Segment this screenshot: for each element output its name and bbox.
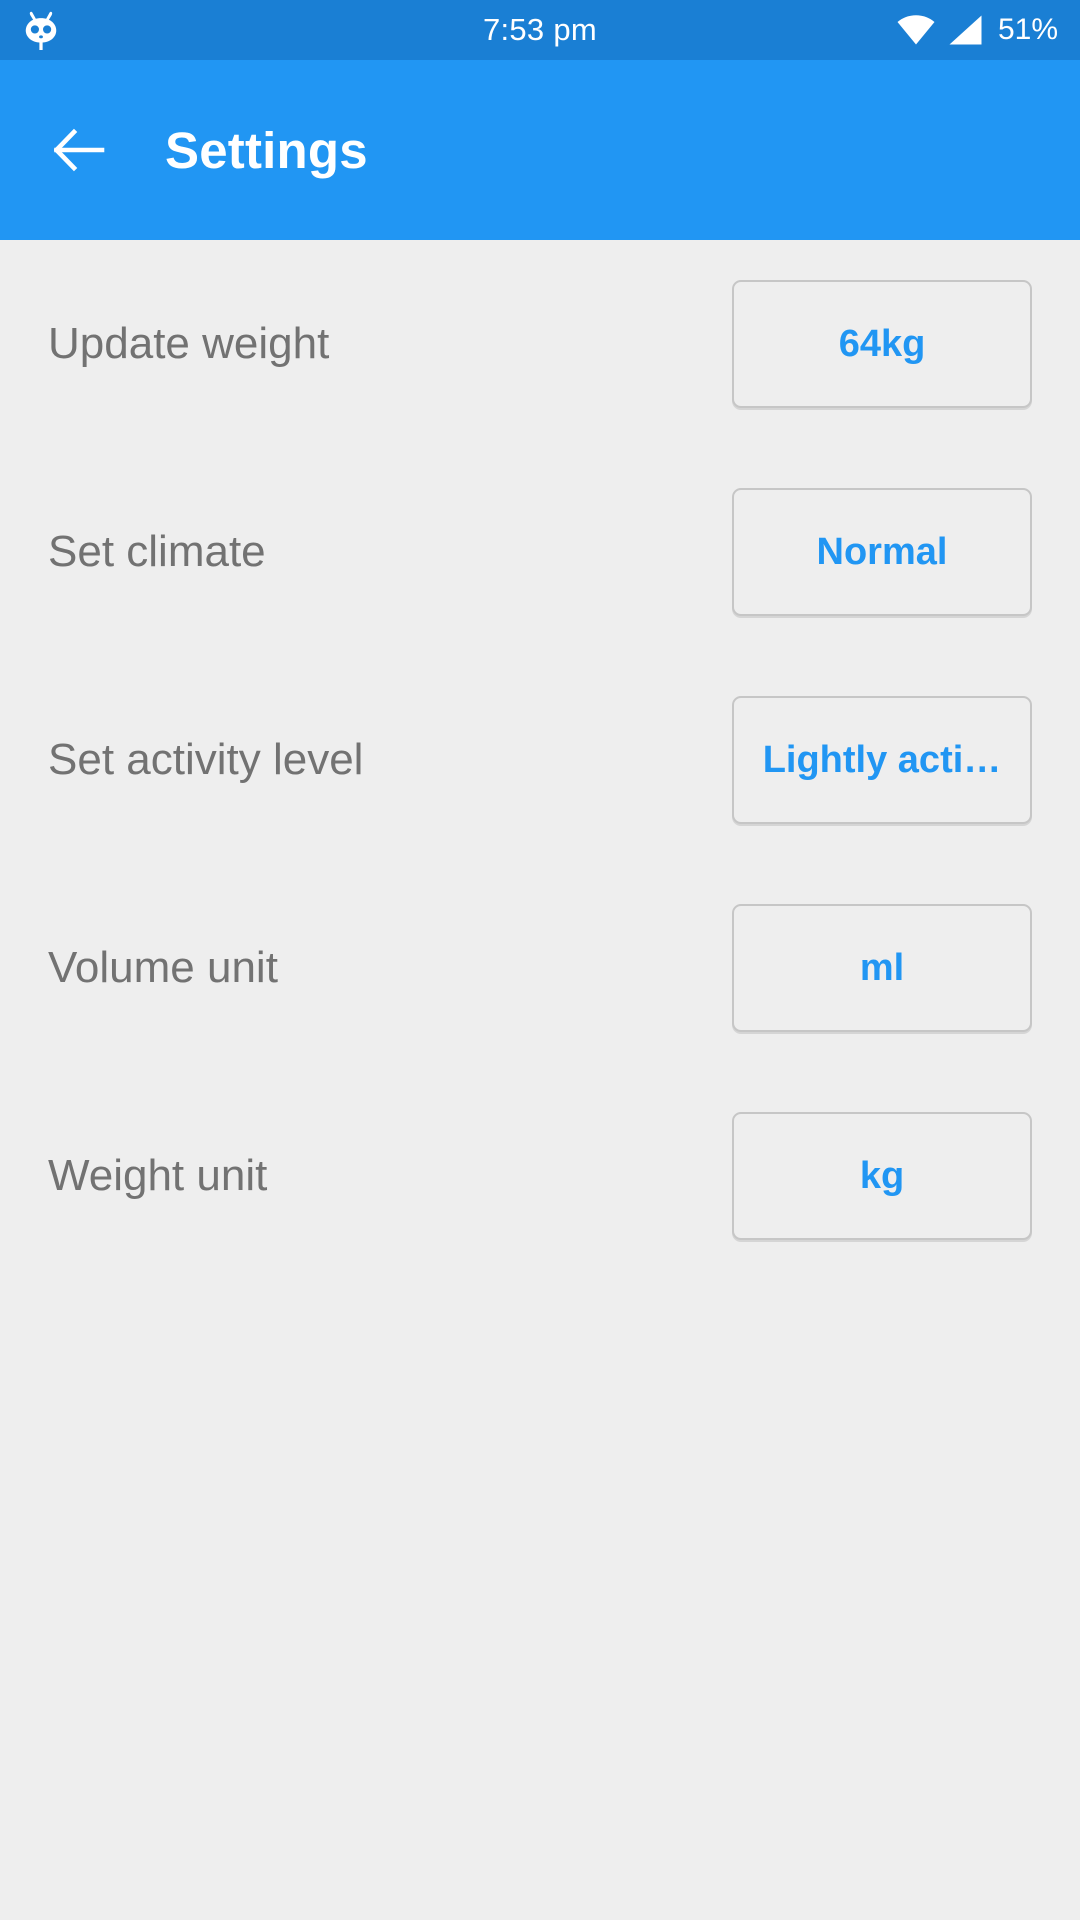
page-title: Settings bbox=[165, 121, 368, 179]
status-bar-right: 51% bbox=[896, 13, 1058, 47]
volume-unit-value-button[interactable]: ml bbox=[732, 904, 1032, 1032]
app-bar: Settings bbox=[0, 60, 1080, 240]
wifi-full-icon bbox=[897, 15, 935, 45]
setting-label-set-activity-level: Set activity level bbox=[48, 735, 364, 784]
back-arrow-icon bbox=[54, 128, 105, 172]
battery-percentage-label: 51% bbox=[997, 13, 1058, 46]
setting-label-update-weight: Update weight bbox=[48, 319, 330, 368]
setting-row-set-activity-level: Set activity level Lightly acti… bbox=[0, 656, 1080, 864]
setting-label-set-climate: Set climate bbox=[48, 527, 266, 576]
setting-row-update-weight: Update weight 64kg bbox=[0, 240, 1080, 448]
status-bar-left bbox=[22, 10, 222, 50]
set-climate-value-button[interactable]: Normal bbox=[732, 488, 1032, 616]
cellular-signal-icon bbox=[949, 15, 982, 45]
settings-list: Update weight 64kg Set climate Normal Se… bbox=[0, 240, 1080, 1920]
setting-label-weight-unit: Weight unit bbox=[48, 1151, 268, 1200]
set-activity-level-value-button[interactable]: Lightly acti… bbox=[732, 696, 1032, 824]
setting-row-volume-unit: Volume unit ml bbox=[0, 864, 1080, 1072]
setting-row-weight-unit: Weight unit kg bbox=[0, 1072, 1080, 1280]
app-screen: 7:53 pm 51% Settings Update weight 64kg … bbox=[0, 0, 1080, 1920]
setting-row-set-climate: Set climate Normal bbox=[0, 448, 1080, 656]
back-button[interactable] bbox=[48, 118, 112, 182]
update-weight-value-button[interactable]: 64kg bbox=[732, 280, 1032, 408]
setting-label-volume-unit: Volume unit bbox=[48, 943, 278, 992]
cyanogenmod-cid-icon bbox=[25, 11, 57, 50]
weight-unit-value-button[interactable]: kg bbox=[732, 1112, 1032, 1240]
status-bar: 7:53 pm 51% bbox=[0, 0, 1080, 60]
